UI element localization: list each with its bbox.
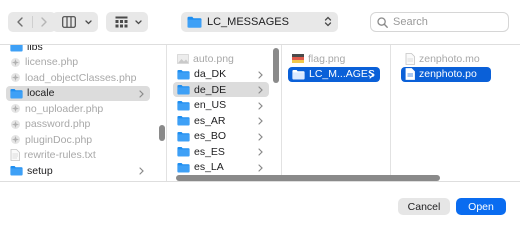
file-row[interactable]: load_objectClasses.php bbox=[6, 70, 150, 85]
folder-icon bbox=[177, 146, 190, 157]
column-2-scrollbar[interactable] bbox=[273, 48, 279, 83]
folder-row[interactable]: locale bbox=[6, 85, 150, 101]
folder-icon bbox=[10, 88, 23, 99]
back-button[interactable] bbox=[8, 12, 32, 32]
item-name: zenphoto.mo bbox=[419, 52, 480, 65]
horizontal-scrollbar[interactable] bbox=[176, 175, 440, 181]
chevron-right-icon bbox=[258, 132, 263, 144]
folder-icon bbox=[177, 69, 190, 80]
item-name: de_DE bbox=[194, 83, 227, 96]
item-name: zenphoto.po bbox=[419, 68, 477, 80]
php-file-icon bbox=[10, 57, 21, 68]
folder-row[interactable]: de_DE bbox=[173, 82, 269, 97]
chevron-down-icon bbox=[85, 20, 92, 25]
item-name: LC_M...AGES bbox=[309, 68, 375, 80]
file-row[interactable]: no_uploader.php bbox=[6, 101, 150, 116]
image-file-icon bbox=[177, 53, 189, 64]
folder-row[interactable]: en_US bbox=[173, 98, 269, 113]
chevron-right-icon bbox=[139, 89, 144, 101]
chevron-right-icon bbox=[258, 147, 263, 159]
folder-icon bbox=[177, 162, 190, 173]
open-button[interactable]: Open bbox=[456, 198, 506, 215]
folder-icon bbox=[10, 45, 23, 52]
folder-row[interactable]: es_BO bbox=[173, 129, 269, 144]
chevron-right-icon bbox=[41, 17, 47, 27]
column-2: auto.png da_DK de_DE en_US es_AR es_BO es_ESes… bbox=[167, 45, 282, 181]
column-4: zenphoto.mo zenphoto.po bbox=[391, 45, 520, 181]
folder-icon bbox=[187, 16, 202, 28]
chevron-right-icon bbox=[258, 85, 263, 97]
item-name: es_AR bbox=[194, 114, 226, 127]
path-popup-label: LC_MESSAGES bbox=[207, 16, 289, 28]
folder-row[interactable]: LC_M...AGES bbox=[288, 66, 380, 82]
chevron-right-icon bbox=[258, 70, 263, 82]
navigation-buttons bbox=[8, 12, 56, 32]
item-name: flag.png bbox=[308, 52, 346, 65]
grid-icon bbox=[115, 16, 128, 28]
search-icon bbox=[377, 16, 388, 28]
folder-icon bbox=[177, 84, 190, 95]
php-file-icon bbox=[10, 134, 21, 145]
folder-icon bbox=[177, 115, 190, 126]
group-by-button[interactable] bbox=[106, 12, 148, 32]
up-down-chevron-icon bbox=[324, 16, 332, 27]
item-name: no_uploader.php bbox=[25, 102, 104, 115]
folder-icon bbox=[177, 131, 190, 142]
document-icon bbox=[405, 52, 415, 65]
folder-row[interactable]: da_DK bbox=[173, 67, 269, 82]
item-name: password.php bbox=[25, 118, 91, 130]
cancel-button[interactable]: Cancel bbox=[398, 198, 450, 215]
file-row[interactable]: flag.png bbox=[288, 51, 380, 66]
item-name: pluginDoc.php bbox=[25, 133, 93, 146]
file-row[interactable]: password.php bbox=[6, 117, 150, 132]
chevron-right-icon bbox=[258, 101, 263, 113]
php-file-icon bbox=[10, 72, 21, 83]
file-row[interactable]: auto.png bbox=[173, 51, 269, 66]
path-popup[interactable]: LC_MESSAGES bbox=[181, 12, 338, 32]
item-name: load_objectClasses.php bbox=[25, 71, 137, 84]
folder-row[interactable]: es_AR bbox=[173, 113, 269, 128]
item-name: rewrite-rules.txt bbox=[24, 149, 96, 161]
item-name: da_DK bbox=[194, 68, 227, 80]
chevron-left-icon bbox=[17, 17, 23, 27]
text-file-icon bbox=[10, 149, 20, 161]
item-name: en_US bbox=[194, 99, 227, 111]
column-view-icon bbox=[62, 16, 76, 28]
file-row[interactable]: license.php bbox=[6, 55, 150, 70]
file-row[interactable]: zenphoto.mo bbox=[401, 51, 491, 66]
item-name: es_BO bbox=[194, 130, 227, 142]
document-icon bbox=[405, 68, 415, 80]
chevron-right-icon bbox=[369, 70, 374, 82]
column-3: flag.png LC_M...AGES bbox=[282, 45, 391, 181]
search-field[interactable] bbox=[370, 12, 509, 32]
column-browser: libs license.php load_objectClasses.phploc… bbox=[0, 44, 520, 182]
php-file-icon bbox=[10, 103, 21, 114]
file-row[interactable]: rewrite-rules.txt bbox=[6, 148, 150, 163]
item-name: es_LA bbox=[194, 161, 224, 173]
view-mode-button[interactable] bbox=[52, 12, 98, 32]
item-name: license.php bbox=[25, 56, 79, 68]
folder-icon bbox=[292, 69, 305, 80]
column-1: libs license.php load_objectClasses.phploc… bbox=[0, 45, 167, 181]
search-input[interactable] bbox=[393, 16, 503, 28]
folder-row[interactable]: libs bbox=[6, 45, 150, 54]
php-file-icon bbox=[10, 119, 21, 130]
item-name: locale bbox=[27, 87, 55, 99]
column-1-scrollbar[interactable] bbox=[159, 125, 165, 141]
flag-image-icon bbox=[292, 54, 304, 63]
folder-icon bbox=[177, 100, 190, 111]
item-name: auto.png bbox=[193, 52, 234, 65]
toolbar: LC_MESSAGES bbox=[0, 0, 520, 44]
file-row[interactable]: zenphoto.po bbox=[401, 66, 491, 82]
folder-row[interactable]: es_ES bbox=[173, 144, 269, 159]
item-name: libs bbox=[27, 45, 43, 53]
chevron-right-icon bbox=[258, 116, 263, 128]
item-name: es_ES bbox=[194, 145, 225, 158]
chevron-down-icon bbox=[135, 20, 142, 25]
file-row[interactable]: pluginDoc.php bbox=[6, 132, 150, 147]
